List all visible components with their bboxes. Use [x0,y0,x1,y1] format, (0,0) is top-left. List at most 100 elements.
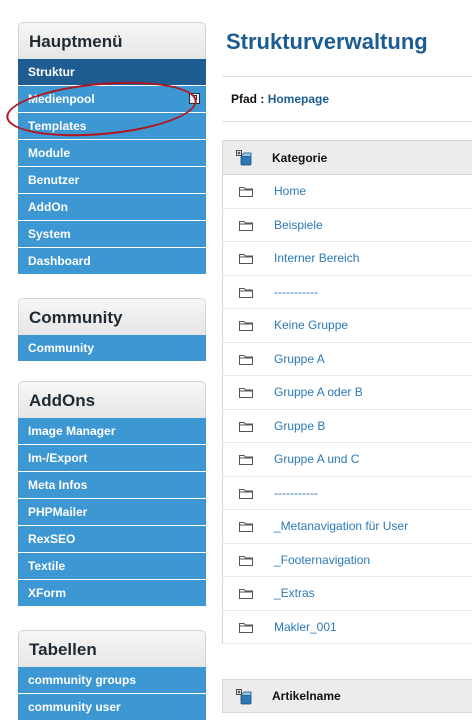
folder-icon [239,354,253,365]
table-row[interactable]: Home [223,175,472,209]
menu-item-label: Image Manager [28,424,116,438]
menu-item-label: PHPMailer [28,505,88,519]
menu-item-label: Benutzer [28,173,80,187]
community-title: Community [18,298,206,335]
folder-icon [239,421,253,432]
menu-item-label: Module [28,146,70,160]
folder-icon [239,589,253,599]
category-table-header: Kategorie [223,140,472,175]
category-link[interactable]: _Footernavigation [274,544,370,577]
menu-item-label: Textile [28,559,66,573]
main-menu-title: Hauptmenü [18,22,206,59]
menu-item-medienpool[interactable]: Medienpool [18,86,206,112]
menu-item-label: RexSEO [28,532,76,546]
breadcrumb-link-homepage[interactable]: Homepage [268,92,329,106]
category-header-label: Kategorie [272,151,328,165]
menu-item-label: Struktur [28,65,75,79]
category-link[interactable]: _Metanavigation für User [274,510,408,543]
table-row[interactable]: Gruppe A [223,343,472,376]
main-menu-panel: Hauptmenü Struktur Medienpool Templates … [18,22,206,274]
menu-item-addon[interactable]: AddOn [18,194,206,220]
menu-item-community[interactable]: Community [18,335,206,361]
table-row[interactable]: Gruppe A und C [223,443,472,477]
folder-icon [239,254,253,264]
folder-icon [239,220,253,231]
folder-icon [239,622,253,633]
category-link[interactable]: ----------- [274,276,318,309]
category-link[interactable]: Gruppe A oder B [274,376,363,409]
menu-item-community-groups[interactable]: community groups [18,667,206,693]
menu-item-xform[interactable]: XForm [18,580,206,606]
folder-icon [239,455,253,465]
folder-icon [239,488,253,499]
menu-item-label: Dashboard [28,254,91,268]
menu-item-rexseo[interactable]: RexSEO [18,526,206,552]
category-table: Kategorie Home Beispiele Interner Bereich -… [222,140,472,644]
menu-item-label: Community [28,341,94,355]
folder-icon [239,522,253,532]
community-panel: Community Community [18,298,206,361]
menu-item-label: community user [28,700,121,714]
category-list: Home Beispiele Interner Bereich -----------… [223,175,472,644]
article-header-label: Artikelname [272,689,341,703]
table-row[interactable]: _Extras [223,577,472,611]
category-link[interactable]: Beispiele [274,209,323,242]
category-link[interactable]: ----------- [274,477,318,510]
table-row[interactable]: Makler_001 [223,611,472,644]
page-title: Strukturverwaltung [226,29,428,54]
table-row[interactable]: _Footernavigation [223,544,472,577]
tables-panel: Tabellen community groups community user [18,630,206,720]
folder-icon [239,388,253,398]
addons-title: AddOns [18,381,206,418]
menu-item-phpmailer[interactable]: PHPMailer [18,499,206,525]
table-row[interactable]: Keine Gruppe [223,309,472,343]
menu-item-label: community groups [28,673,137,687]
menu-item-label: Meta Infos [28,478,88,492]
menu-item-label: Templates [28,119,87,133]
breadcrumb-label: Pfad : [231,92,265,106]
external-window-icon[interactable] [189,93,200,104]
addons-panel: AddOns Image Manager Im-/Export Meta Inf… [18,381,206,606]
category-link[interactable]: Makler_001 [274,611,337,644]
menu-item-templates[interactable]: Templates [18,113,206,139]
table-row[interactable]: Interner Bereich [223,242,472,276]
category-link[interactable]: Interner Bereich [274,242,359,275]
menu-item-system[interactable]: System [18,221,206,247]
table-row[interactable]: ----------- [223,276,472,309]
menu-item-label: System [28,227,71,241]
category-link[interactable]: Gruppe A [274,343,325,376]
menu-item-benutzer[interactable]: Benutzer [18,167,206,193]
folder-icon [239,187,253,197]
menu-item-community-user[interactable]: community user [18,694,206,720]
breadcrumb: Pfad : Homepage [222,76,472,122]
category-link[interactable]: Gruppe A und C [274,443,359,476]
menu-item-meta-infos[interactable]: Meta Infos [18,472,206,498]
category-link[interactable]: Gruppe B [274,410,325,443]
menu-item-im-export[interactable]: Im-/Export [18,445,206,471]
menu-item-image-manager[interactable]: Image Manager [18,418,206,444]
article-table-header: Artikelname [222,679,472,713]
table-row[interactable]: Beispiele [223,209,472,242]
folder-icon [239,555,253,566]
menu-item-label: Medienpool [28,92,95,106]
category-link[interactable]: _Extras [274,577,315,610]
table-row[interactable]: _Metanavigation für User [223,510,472,544]
table-row[interactable]: ----------- [223,477,472,510]
add-article-icon[interactable] [236,689,252,705]
tables-title: Tabellen [18,630,206,667]
category-link[interactable]: Home [274,175,306,208]
add-category-icon[interactable] [236,150,252,166]
folder-icon [239,321,253,331]
menu-item-label: Im-/Export [28,451,88,465]
category-link[interactable]: Keine Gruppe [274,309,348,342]
menu-item-dashboard[interactable]: Dashboard [18,248,206,274]
table-row[interactable]: Gruppe B [223,410,472,443]
menu-item-label: XForm [28,586,67,600]
table-row[interactable]: Gruppe A oder B [223,376,472,410]
folder-icon [239,287,253,298]
menu-item-textile[interactable]: Textile [18,553,206,579]
menu-item-module[interactable]: Module [18,140,206,166]
menu-item-label: AddOn [28,200,68,214]
main-content: Strukturverwaltung Pfad : Homepage Kateg… [222,22,472,713]
menu-item-struktur[interactable]: Struktur [18,59,206,85]
